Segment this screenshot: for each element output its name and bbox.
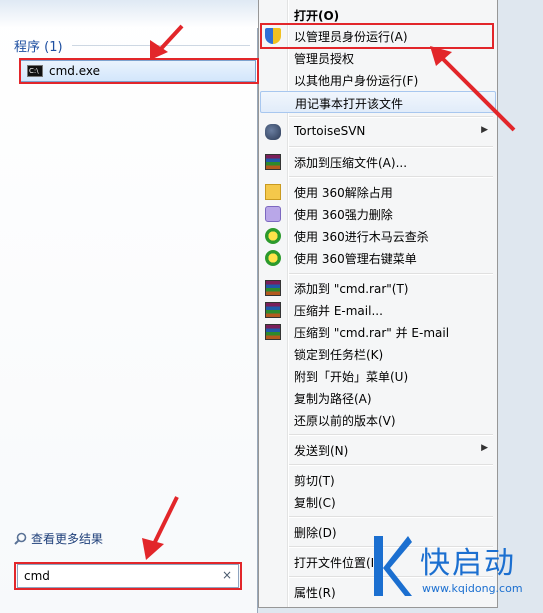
arrow-to-cmd <box>150 24 184 60</box>
watermark-url: www.kqidong.com <box>422 582 523 595</box>
watermark: 快启动 www.kqidong.com <box>364 530 543 613</box>
arrow-to-run-as-admin <box>430 46 516 132</box>
arrow-to-search <box>142 496 179 560</box>
watermark-k-logo-icon <box>374 536 412 596</box>
watermark-title: 快启动 <box>420 546 516 581</box>
annotation-arrows <box>142 24 516 560</box>
